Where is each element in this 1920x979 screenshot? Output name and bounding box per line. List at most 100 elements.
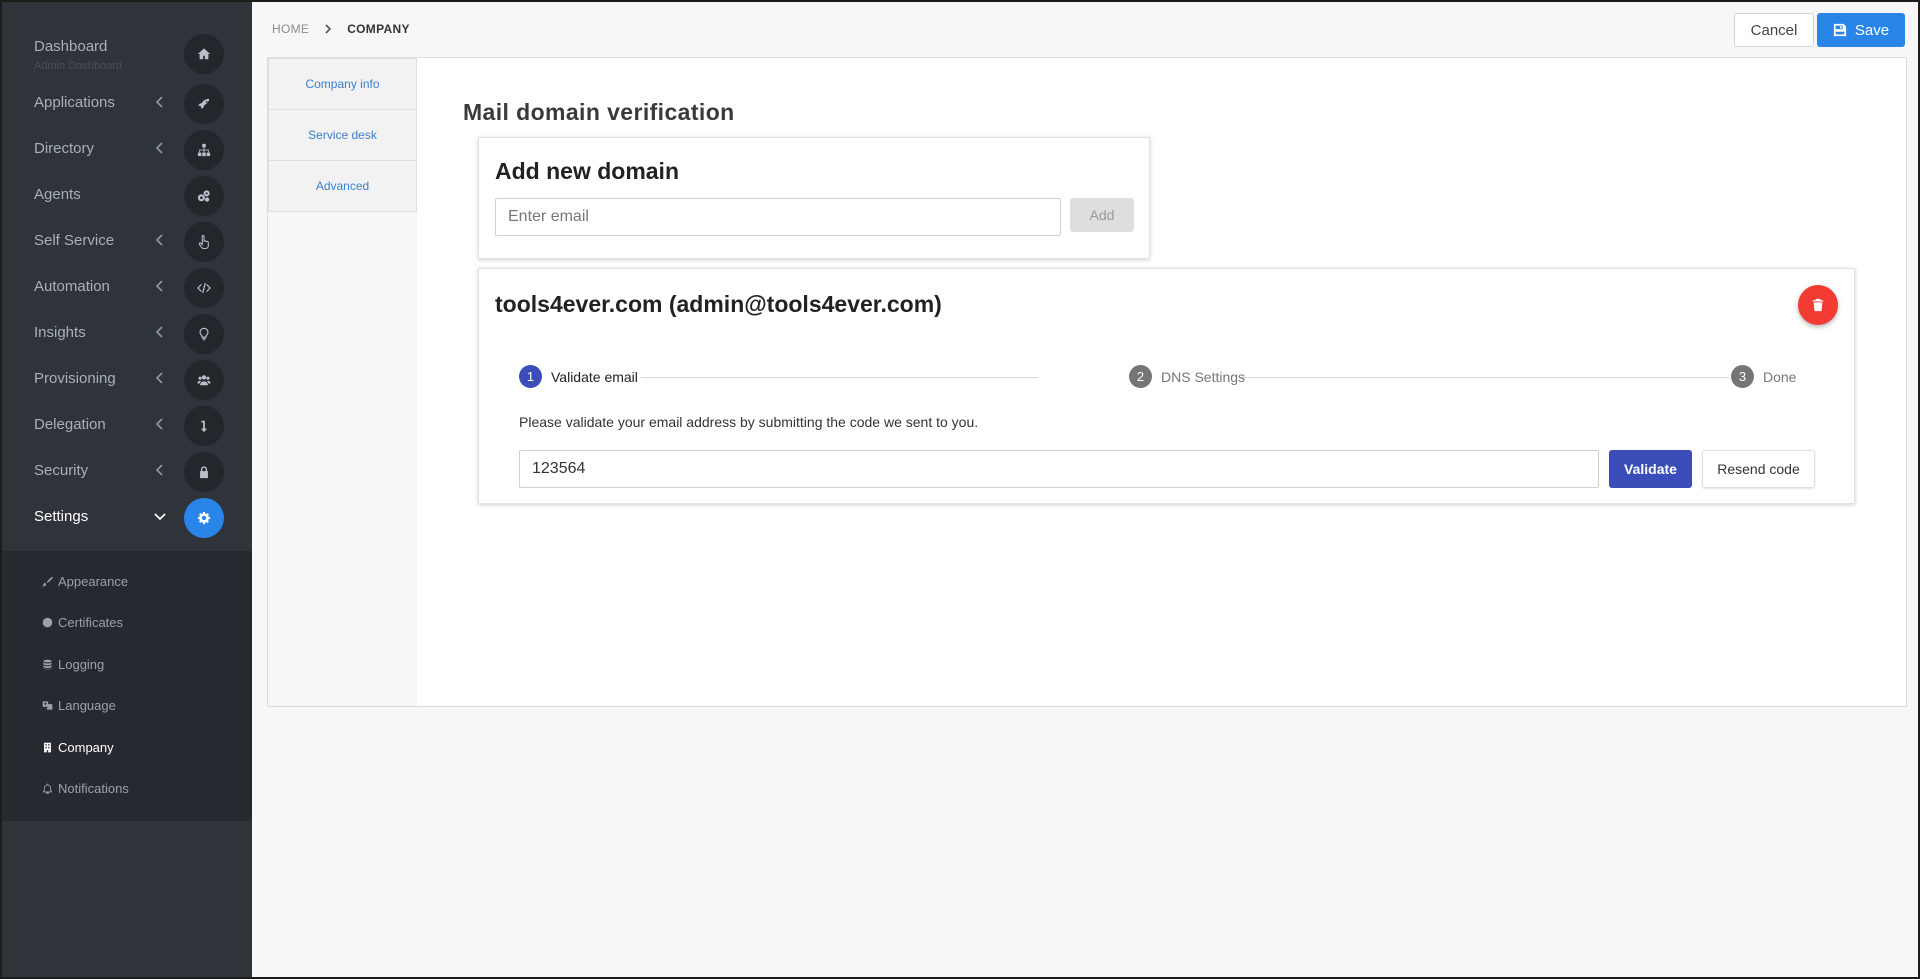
chevron-left-icon [155, 96, 163, 108]
sidebar-item-label: Automation [34, 278, 110, 295]
chevron-left-icon [155, 234, 163, 246]
chevron-left-icon [155, 418, 163, 430]
sidebar-item-dashboard[interactable]: Dashboard Admin Dashboard [2, 30, 252, 76]
lock-icon [184, 452, 224, 492]
sidebar-item-label: Settings [34, 508, 89, 525]
tab-advanced[interactable]: Advanced [268, 161, 417, 212]
domain-verification-card: tools4ever.com (admin@tools4ever.com) 1 … [478, 268, 1855, 504]
submenu-item-label: Notifications [58, 780, 129, 796]
tab-service-desk[interactable]: Service desk [268, 110, 417, 161]
email-input[interactable] [495, 198, 1061, 236]
breadcrumb-current: COMPANY [347, 22, 410, 36]
submenu-item-certificates[interactable]: Certificates [42, 611, 123, 633]
sidebar-item-insights[interactable]: Insights [2, 310, 252, 356]
lightbulb-icon [184, 314, 224, 354]
add-domain-title: Add new domain [495, 158, 679, 184]
resend-code-button[interactable]: Resend code [1702, 450, 1815, 488]
cogs-icon [184, 176, 224, 216]
bell-icon [42, 783, 53, 794]
building-icon [44, 742, 51, 752]
sidebar-item-label: Insights [34, 324, 86, 341]
chevron-down-icon [154, 513, 166, 521]
users-icon [184, 360, 224, 400]
step-done: 3 Done [1731, 365, 1796, 388]
stepper-connector [1239, 377, 1729, 378]
save-button-label: Save [1854, 21, 1890, 39]
step-label: DNS Settings [1161, 368, 1246, 385]
hand-pointer-icon [184, 222, 224, 262]
breadcrumb-home-link[interactable]: HOME [272, 22, 309, 36]
validation-instruction: Please validate your email address by su… [519, 414, 979, 430]
submenu-item-label: Logging [58, 656, 105, 672]
trash-icon [1812, 298, 1824, 312]
delete-domain-button[interactable] [1798, 285, 1838, 325]
verification-code-input[interactable] [519, 450, 1599, 488]
submenu-item-appearance[interactable]: Appearance [42, 570, 128, 592]
sidebar-item-sublabel: Admin Dashboard [34, 60, 123, 72]
save-button[interactable]: Save [1817, 13, 1905, 47]
chevron-left-icon [155, 280, 163, 292]
add-domain-card: Add new domain Add [478, 137, 1150, 259]
language-icon [42, 700, 53, 710]
circle-icon [42, 617, 53, 627]
sidebar-item-label: Dashboard [34, 38, 108, 55]
step-number: 3 [1731, 365, 1754, 388]
company-settings-panel: Company info Service desk Advanced Mail … [267, 57, 1907, 707]
sidebar-item-security[interactable]: Security [2, 448, 252, 494]
submenu-item-company[interactable]: Company [42, 736, 114, 758]
settings-tabs: Company info Service desk Advanced [268, 58, 417, 706]
tab-company-info[interactable]: Company info [268, 58, 417, 110]
stepper-connector [641, 377, 1038, 378]
sidebar-item-settings[interactable]: Settings [2, 494, 252, 540]
step-label: Validate email [551, 368, 638, 385]
section-title: Mail domain verification [463, 99, 735, 125]
home-icon [184, 34, 224, 74]
sidebar-item-provisioning[interactable]: Provisioning [2, 356, 252, 402]
sidebar-item-label: Provisioning [34, 370, 116, 387]
sidebar-item-label: Self Service [34, 232, 115, 249]
sidebar-item-directory[interactable]: Directory [2, 126, 252, 172]
submenu-item-language[interactable]: Language [42, 694, 116, 716]
database-icon [43, 659, 52, 669]
sidebar-item-label: Agents [34, 186, 81, 203]
step-validate-email: 1 Validate email [519, 365, 638, 388]
sidebar-item-label: Applications [34, 94, 115, 111]
level-down-icon [184, 406, 224, 446]
cancel-button[interactable]: Cancel [1734, 13, 1814, 47]
sidebar-item-label: Delegation [34, 416, 106, 433]
rocket-icon [184, 84, 224, 124]
app-window: Dashboard Admin Dashboard Applications D… [0, 0, 1920, 979]
floppy-disk-icon [1833, 23, 1847, 37]
gear-icon [184, 498, 224, 538]
add-button[interactable]: Add [1070, 198, 1134, 232]
submenu-item-label: Company [58, 739, 114, 755]
step-number: 2 [1129, 365, 1152, 388]
chevron-left-icon [155, 464, 163, 476]
paint-brush-icon [42, 576, 53, 586]
sidebar-item-agents[interactable]: Agents [2, 172, 252, 218]
sidebar-item-label: Security [34, 462, 89, 479]
code-icon [184, 268, 224, 308]
sidebar-item-automation[interactable]: Automation [2, 264, 252, 310]
sidebar-item-label: Directory [34, 140, 95, 157]
step-number: 1 [519, 365, 542, 388]
step-dns-settings: 2 DNS Settings [1129, 365, 1245, 388]
submenu-item-notifications[interactable]: Notifications [42, 777, 129, 799]
sidebar-item-self-service[interactable]: Self Service [2, 218, 252, 264]
submenu-item-logging[interactable]: Logging [42, 653, 104, 675]
sidebar-item-delegation[interactable]: Delegation [2, 402, 252, 448]
top-bar: HOME COMPANY Cancel Save [252, 2, 1918, 57]
chevron-right-icon [325, 24, 332, 34]
validate-button[interactable]: Validate [1609, 450, 1692, 488]
submenu-item-label: Certificates [58, 614, 124, 630]
chevron-left-icon [155, 142, 163, 154]
sidebar: Dashboard Admin Dashboard Applications D… [2, 2, 252, 977]
chevron-left-icon [155, 372, 163, 384]
submenu-item-label: Language [58, 697, 116, 713]
step-label: Done [1763, 368, 1797, 385]
sidebar-item-applications[interactable]: Applications [2, 80, 252, 126]
breadcrumb: HOME COMPANY [272, 22, 410, 36]
domain-title: tools4ever.com (admin@tools4ever.com) [495, 291, 942, 317]
submenu-item-label: Appearance [58, 573, 129, 589]
chevron-left-icon [155, 326, 163, 338]
